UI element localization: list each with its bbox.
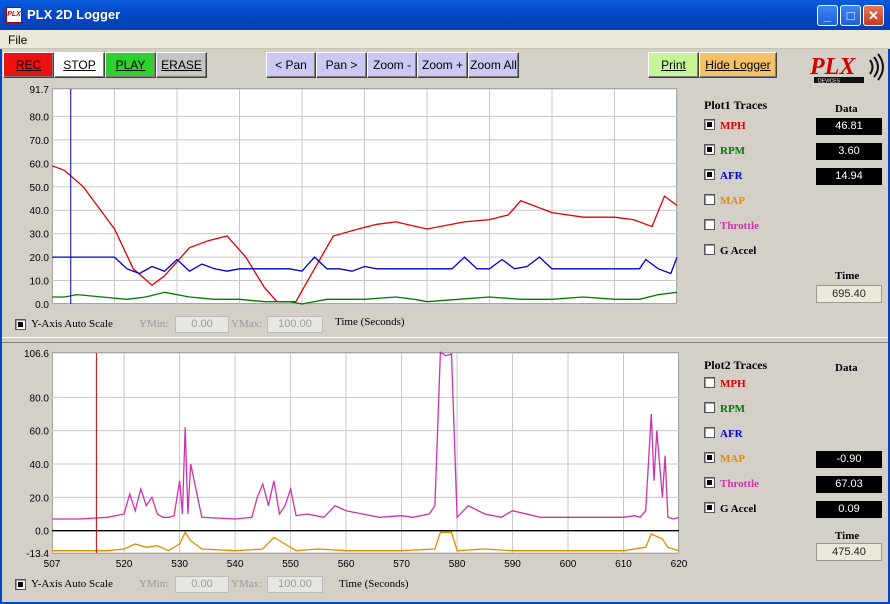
plot1-trace-afr: AFR 14.94 (704, 168, 884, 185)
plot1-time-value: 695.40 (816, 285, 882, 303)
x-tick-label: 620 (671, 559, 688, 570)
plot2-trace-checkbox[interactable] (704, 477, 715, 488)
plot1-trace-name: RPM (720, 145, 746, 157)
plot1-trace-throttle: Throttle (704, 218, 884, 234)
plot1-trace-value: 14.94 (816, 168, 882, 185)
plot2-trace-map: MAP -0.90 (704, 451, 884, 468)
plot2-ymin-label: YMin: (139, 578, 169, 590)
x-tick-label: 550 (282, 559, 299, 570)
plot2-trace-name: RPM (720, 403, 746, 415)
x-tick-label: 520 (116, 559, 133, 570)
plot1-trace-rpm: RPM 3.60 (704, 143, 884, 160)
x-tick-label: 560 (338, 559, 355, 570)
x-tick-label: 507 (44, 559, 61, 570)
y-tick-label: 60.0 (30, 427, 50, 438)
plot2-trace-value: 0.09 (816, 501, 882, 518)
plot1-data-title: Data (835, 103, 858, 115)
plot1-trace-checkbox[interactable] (704, 169, 715, 180)
logo-subtext: DEVICES (818, 79, 841, 85)
plot1-trace-checkbox[interactable] (704, 119, 715, 130)
x-tick-label: 600 (560, 559, 577, 570)
plot1-trace-name: MAP (720, 195, 746, 207)
x-tick-label: 570 (393, 559, 410, 570)
plot2-trace-throttle: Throttle 67.03 (704, 476, 884, 493)
series-throttle (52, 351, 680, 520)
plot1-trace-checkbox[interactable] (704, 219, 715, 230)
plot2-trace-rpm: RPM (704, 401, 884, 417)
plot2-chart: 106.680.060.040.020.00.0-13.4507 520 530 54… (24, 349, 688, 570)
minimize-button[interactable]: _ (817, 5, 838, 26)
plot1-trace-checkbox[interactable] (704, 144, 715, 155)
close-button[interactable]: ✕ (863, 5, 884, 26)
plot2-xlabel: Time (Seconds) (339, 578, 409, 590)
plot2-trace-name: G Accel (720, 503, 757, 515)
plot2-traces-title: Plot2 Traces (704, 358, 768, 372)
x-tick-label: 580 (449, 559, 466, 570)
plot2-trace-name: AFR (720, 428, 743, 440)
plot2-trace-checkbox[interactable] (704, 427, 715, 438)
plot2-trace-name: Throttle (720, 478, 759, 490)
plot2-trace-checkbox[interactable] (704, 502, 715, 513)
plot1-trace-checkbox[interactable] (704, 194, 715, 205)
y-tick-label: 106.6 (24, 349, 49, 360)
y-tick-label: 80.0 (30, 393, 50, 404)
plot2-trace-checkbox[interactable] (704, 452, 715, 463)
plot1-trace-value: 46.81 (816, 118, 882, 135)
plot2-trace-checkbox[interactable] (704, 377, 715, 388)
hide-logger-button[interactable]: Hide Logger (699, 52, 777, 78)
plot1-traces-title: Plot1 Traces (704, 98, 768, 112)
x-tick-label: 590 (504, 559, 521, 570)
plot1-trace-checkbox[interactable] (704, 244, 715, 255)
plot1-trace-g-accel: G Accel (704, 243, 884, 259)
plot2-trace-checkbox[interactable] (704, 402, 715, 413)
plot2-ymax-input[interactable]: 100.00 (267, 576, 323, 593)
plx-logo: PLX DEVICES (809, 53, 884, 85)
y-tick-label: 40.0 (30, 460, 50, 471)
plot2-traces-panel: Plot2 Traces Data MPH RPM AFR MAP -0.90 Throt… (699, 346, 890, 602)
plot2-time-value: 475.40 (816, 543, 882, 561)
plot1-trace-mph: MPH 46.81 (704, 118, 884, 135)
plot2-ymin-input[interactable]: 0.00 (175, 576, 229, 593)
x-tick-label: 610 (615, 559, 632, 570)
plot2-time-title: Time (835, 530, 860, 542)
x-tick-label: 530 (171, 559, 188, 570)
x-tick-label: 540 (227, 559, 244, 570)
plot1-trace-name: MPH (720, 120, 746, 132)
plot2-controls: Y-Axis Auto Scale YMin: 0.00 YMax: 100.0… (15, 576, 435, 594)
plot2-autoscale-label: Y-Axis Auto Scale (31, 578, 113, 590)
plot1-trace-name: Throttle (720, 220, 759, 232)
logo-text: PLX (809, 54, 856, 80)
plot1-trace-name: AFR (720, 170, 743, 182)
plot2-trace-mph: MPH (704, 376, 884, 392)
plot1-time-title: Time (835, 270, 860, 282)
maximize-button[interactable]: □ (840, 5, 861, 26)
plot2-ymax-label: YMax: (231, 578, 263, 590)
plot2-autoscale-checkbox[interactable] (15, 579, 26, 590)
plot1-traces-panel: Plot1 Traces Data MPH 46.81 RPM 3.60 AFR 14.9… (699, 88, 890, 336)
plot1-trace-value: 3.60 (816, 143, 882, 160)
plot2-trace-afr: AFR (704, 426, 884, 442)
plot2-trace-name: MPH (720, 378, 746, 390)
plot1-trace-name: G Accel (720, 245, 757, 257)
plot2-trace-name: MAP (720, 453, 746, 465)
plot2-trace-value: 67.03 (816, 476, 882, 493)
plot1-trace-map: MAP (704, 193, 884, 209)
series-map (52, 530, 680, 552)
plot2-data-title: Data (835, 362, 858, 374)
plot2-trace-value: -0.90 (816, 451, 882, 468)
plot2-trace-g-accel: G Accel 0.09 (704, 501, 884, 518)
y-tick-label: 20.0 (30, 493, 50, 504)
y-tick-label: 0.0 (35, 527, 49, 538)
